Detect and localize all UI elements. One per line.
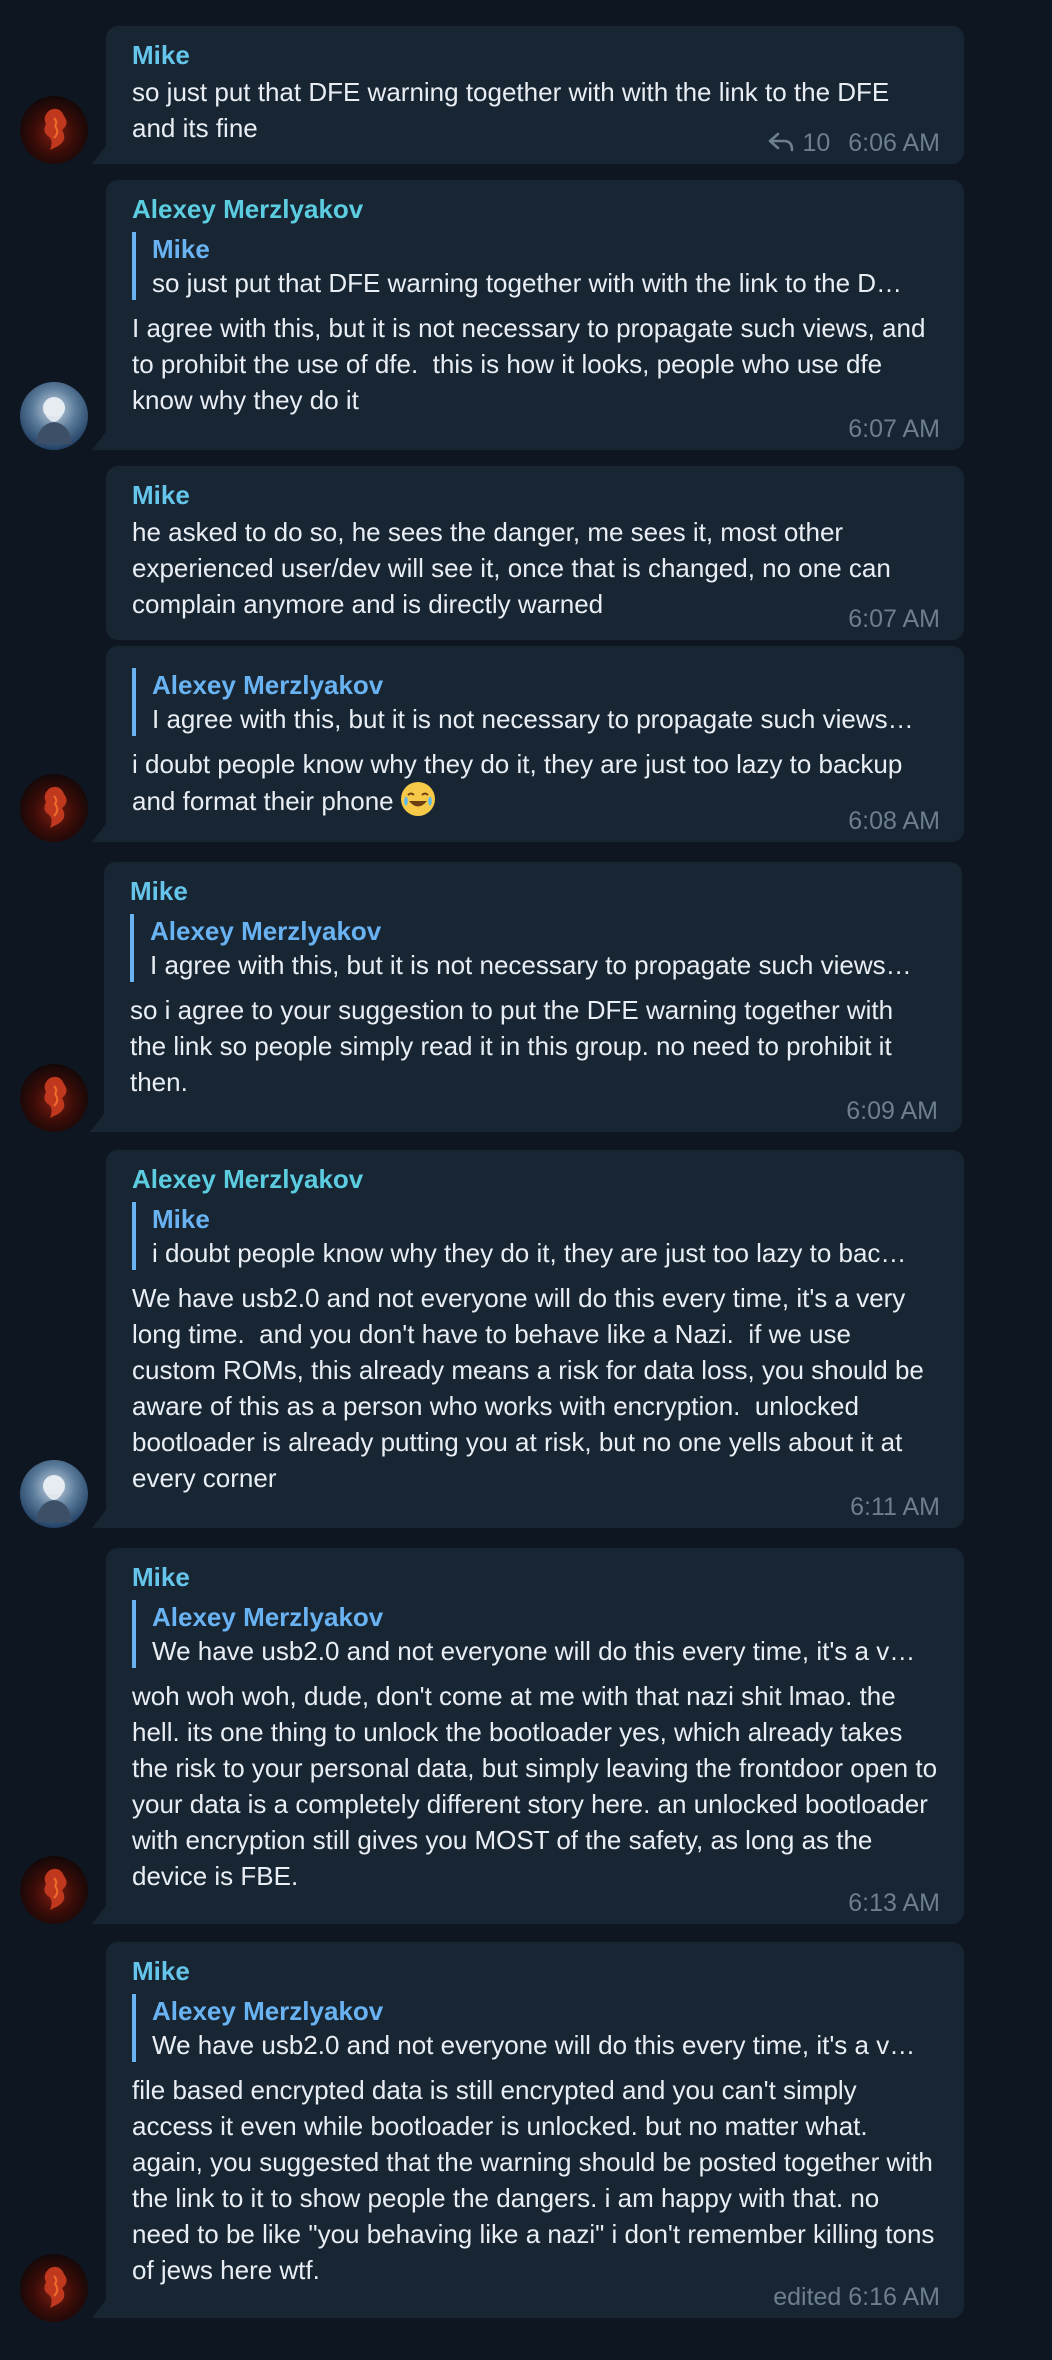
replies-count: 10 bbox=[802, 129, 831, 157]
message-text-content: i doubt people know why they do it, they… bbox=[132, 749, 910, 816]
message-time: 6:13 AM bbox=[848, 1889, 940, 1917]
reply-quote[interactable]: Alexey Merzlyakov We have usb2.0 and not… bbox=[132, 1994, 938, 2062]
message-time: 6:08 AM bbox=[848, 807, 940, 835]
message-meta: 10 6:06 AM bbox=[768, 128, 940, 158]
replies-counter[interactable]: 10 bbox=[768, 128, 830, 158]
reply-quote-sender: Alexey Merzlyakov bbox=[152, 1602, 384, 1632]
sender-name[interactable]: Mike bbox=[132, 1562, 938, 1592]
message-text: he asked to do so, he sees the danger, m… bbox=[132, 517, 899, 619]
message[interactable]: Alexey Merzlyakov I agree with this, but… bbox=[0, 646, 1052, 842]
message-meta: edited 6:16 AM bbox=[773, 2282, 940, 2312]
message[interactable]: Mike so just put that DFE warning togeth… bbox=[0, 26, 1052, 164]
reply-quote[interactable]: Mike so just put that DFE warning togeth… bbox=[132, 232, 938, 300]
message-text: i doubt people know why they do it, they… bbox=[132, 746, 938, 819]
message-text: file based encrypted data is still encry… bbox=[132, 2075, 942, 2285]
reply-quote-text: I agree with this, but it is not necessa… bbox=[150, 950, 912, 980]
message[interactable]: Mike he asked to do so, he sees the dang… bbox=[0, 466, 1052, 640]
reply-quote[interactable]: Alexey Merzlyakov I agree with this, but… bbox=[130, 914, 936, 982]
message-bubble[interactable]: Mike Alexey Merzlyakov We have usb2.0 an… bbox=[92, 1942, 964, 2318]
message[interactable]: Alexey Merzlyakov Mike i doubt people kn… bbox=[0, 1150, 1052, 1528]
reply-quote-sender: Alexey Merzlyakov bbox=[152, 670, 384, 700]
sender-name[interactable]: Mike bbox=[130, 876, 936, 906]
mike-avatar-icon[interactable] bbox=[20, 1064, 88, 1132]
message-bubble[interactable]: Mike Alexey Merzlyakov I agree with this… bbox=[90, 862, 962, 1132]
message-bubble[interactable]: Mike Alexey Merzlyakov We have usb2.0 an… bbox=[92, 1548, 964, 1924]
message[interactable]: Mike Alexey Merzlyakov I agree with this… bbox=[0, 862, 1052, 1132]
reply-quote[interactable]: Mike i doubt people know why they do it,… bbox=[132, 1202, 938, 1270]
message-time: 6:07 AM bbox=[848, 415, 940, 443]
sender-name[interactable]: Mike bbox=[132, 1956, 938, 1986]
mike-avatar-icon[interactable] bbox=[20, 96, 88, 164]
message-time: 6:07 AM bbox=[848, 605, 940, 633]
message-text: I agree with this, but it is not necessa… bbox=[132, 313, 933, 415]
reply-quote[interactable]: Alexey Merzlyakov I agree with this, but… bbox=[132, 668, 938, 736]
sender-name[interactable]: Mike bbox=[132, 40, 938, 70]
message-bubble[interactable]: Alexey Merzlyakov I agree with this, but… bbox=[92, 646, 964, 842]
reply-quote[interactable]: Alexey Merzlyakov We have usb2.0 and not… bbox=[132, 1600, 938, 1668]
message-time: 6:06 AM bbox=[848, 129, 940, 157]
message[interactable]: Mike Alexey Merzlyakov We have usb2.0 an… bbox=[0, 1548, 1052, 1924]
mike-avatar-icon[interactable] bbox=[20, 2254, 88, 2322]
message-bubble[interactable]: Alexey Merzlyakov Mike i doubt people kn… bbox=[92, 1150, 964, 1528]
reply-quote-text: We have usb2.0 and not everyone will do … bbox=[152, 1636, 916, 1666]
face-with-tears-of-joy-icon bbox=[400, 782, 435, 816]
message-time: 6:11 AM bbox=[850, 1493, 940, 1521]
message-text: We have usb2.0 and not everyone will do … bbox=[132, 1283, 932, 1493]
alexey-avatar-icon[interactable] bbox=[20, 1460, 88, 1528]
message-meta: 6:07 AM bbox=[848, 414, 940, 444]
message-meta: 6:11 AM bbox=[850, 1492, 940, 1522]
mike-avatar-icon[interactable] bbox=[20, 774, 88, 842]
message-bubble[interactable]: Mike he asked to do so, he sees the dang… bbox=[106, 466, 964, 640]
message-meta: 6:08 AM bbox=[848, 806, 940, 836]
reply-quote-sender: Mike bbox=[152, 234, 210, 264]
message[interactable]: Mike Alexey Merzlyakov We have usb2.0 an… bbox=[0, 1942, 1052, 2322]
sender-name[interactable]: Alexey Merzlyakov bbox=[132, 194, 938, 224]
reply-quote-text: so just put that DFE warning together wi… bbox=[152, 268, 903, 298]
message-text: so i agree to your suggestion to put the… bbox=[130, 995, 901, 1097]
message-time: 6:09 AM bbox=[846, 1097, 938, 1125]
message-bubble[interactable]: Mike so just put that DFE warning togeth… bbox=[92, 26, 964, 164]
message-time: edited 6:16 AM bbox=[773, 2283, 940, 2311]
message[interactable]: Alexey Merzlyakov Mike so just put that … bbox=[0, 180, 1052, 450]
message-bubble[interactable]: Alexey Merzlyakov Mike so just put that … bbox=[92, 180, 964, 450]
reply-quote-text: I agree with this, but it is not necessa… bbox=[152, 704, 914, 734]
message-meta: 6:07 AM bbox=[848, 604, 940, 634]
reply-quote-sender: Mike bbox=[152, 1204, 210, 1234]
sender-name[interactable]: Mike bbox=[132, 480, 938, 510]
message-meta: 6:13 AM bbox=[848, 1888, 940, 1918]
mike-avatar-icon[interactable] bbox=[20, 1856, 88, 1924]
sender-name[interactable]: Alexey Merzlyakov bbox=[132, 1164, 938, 1194]
reply-quote-sender: Alexey Merzlyakov bbox=[152, 1996, 384, 2026]
reply-quote-text: i doubt people know why they do it, they… bbox=[152, 1238, 907, 1268]
message-text: woh woh woh, dude, don't come at me with… bbox=[132, 1681, 945, 1891]
alexey-avatar-icon[interactable] bbox=[20, 382, 88, 450]
message-meta: 6:09 AM bbox=[846, 1096, 938, 1126]
chat-history: Mike so just put that DFE warning togeth… bbox=[0, 0, 1052, 2360]
reply-arrow-icon bbox=[769, 132, 794, 152]
reply-quote-text: We have usb2.0 and not everyone will do … bbox=[152, 2030, 916, 2060]
reply-quote-sender: Alexey Merzlyakov bbox=[150, 916, 382, 946]
